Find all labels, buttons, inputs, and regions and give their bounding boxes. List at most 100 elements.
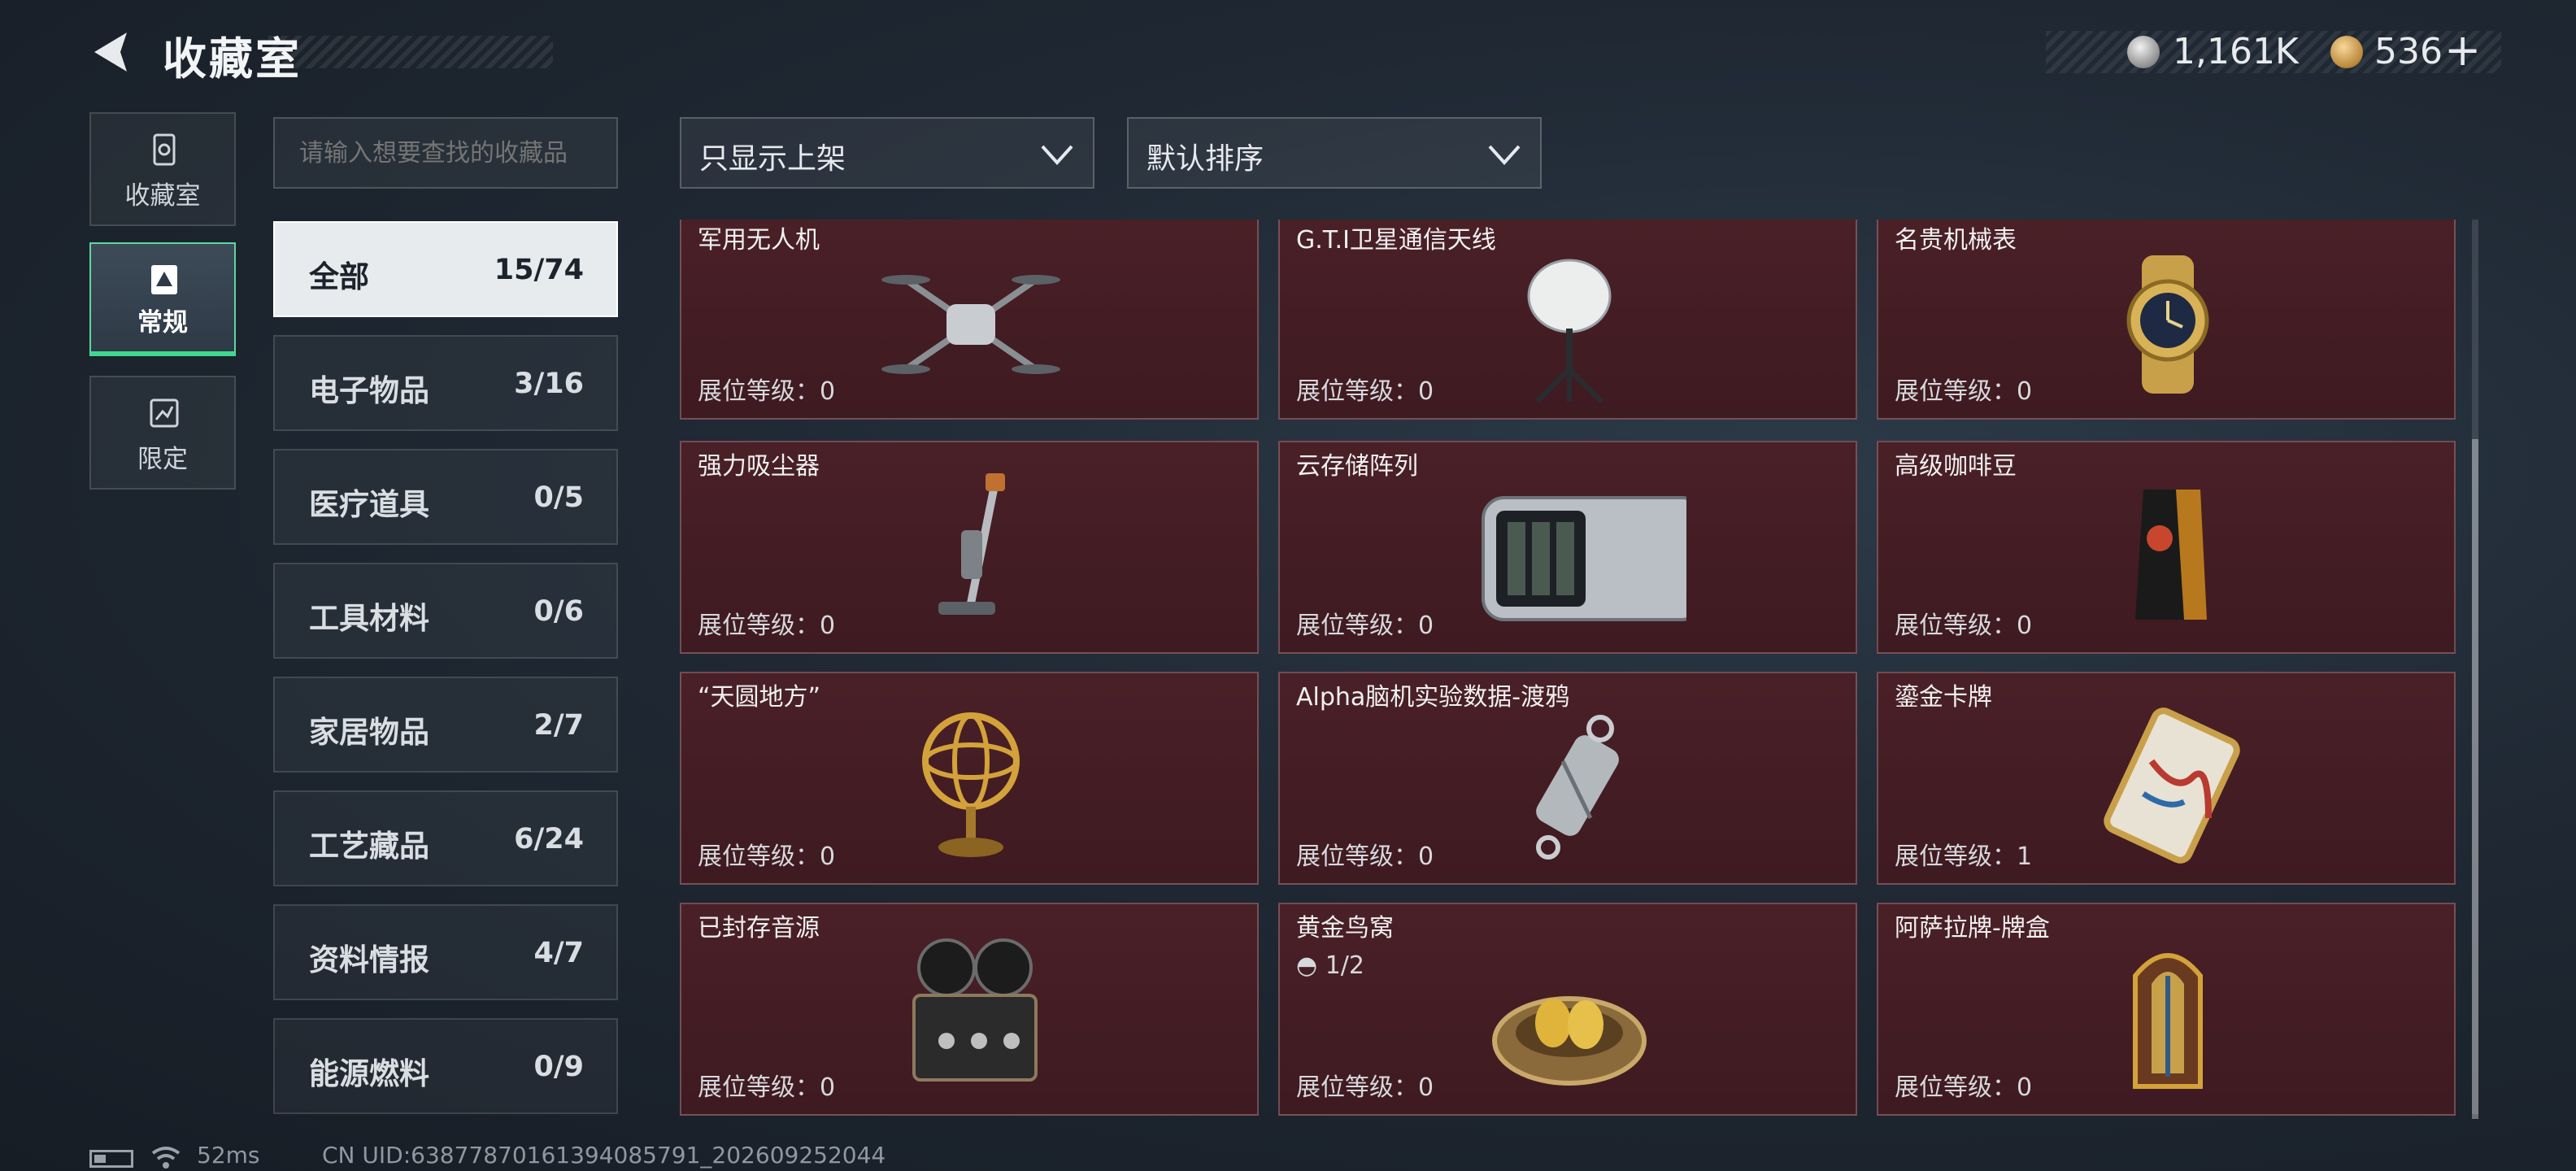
golden-nest-icon [1492,996,1647,1086]
item-level: 展位等级：0 [1895,377,2033,406]
collection-card[interactable]: 鎏金卡牌 展位等级：1 [1877,672,2456,885]
collection-card[interactable]: 阿萨拉牌-牌盒 展位等级：0 [1877,903,2456,1116]
chevron-down-icon [1041,145,1073,165]
collection-card[interactable]: 高级咖啡豆 展位等级：0 [1877,441,2456,654]
item-name: 阿萨拉牌-牌盒 [1895,914,2050,942]
item-name: 云存储阵列 [1296,452,1418,481]
item-name: 黄金鸟窝 [1296,914,1394,942]
category-crafts[interactable]: 工艺藏品 6/24 [273,790,618,886]
item-name: “天圆地方” [698,683,821,712]
item-level: 展位等级：0 [698,377,836,406]
add-currency-button[interactable]: + [2444,24,2481,76]
category-name: 全部 [309,259,369,294]
item-name: 已封存音源 [698,914,820,942]
storage-array-icon [1482,496,1686,621]
ping-readout: 52ms [197,1142,260,1169]
category-name: 医疗道具 [309,487,429,522]
item-name: 高级咖啡豆 [1895,452,2017,481]
item-level: 展位等级：0 [1296,377,1434,406]
item-level: 展位等级：0 [698,842,836,871]
gilded-card-icon [2104,707,2240,864]
nav-vault[interactable]: 收藏室 [89,112,236,226]
category-count: 0/9 [533,1051,585,1083]
collection-card[interactable]: 名贵机械表 展位等级：0 [1877,220,2456,420]
category-count: 15/74 [494,254,584,286]
item-level: 展位等级：0 [1296,1073,1434,1102]
regular-collection-icon [151,265,177,294]
category-count: 4/7 [533,937,585,969]
item-level: 展位等级：0 [1895,612,2033,640]
category-household[interactable]: 家居物品 2/7 [273,677,618,773]
item-level: 展位等级：0 [698,612,836,640]
collection-card[interactable]: “天圆地方” 展位等级：0 [680,672,1259,885]
sort-value: 默认排序 [1147,142,1264,176]
back-arrow-icon[interactable] [88,28,137,76]
title-decoration [268,36,553,68]
collection-card[interactable]: G.T.I卫星通信天线 展位等级：0 [1278,220,1857,420]
battery-icon [89,1150,133,1168]
item-level: 展位等级：0 [1296,842,1434,871]
gold-amount: 536 [2374,31,2443,72]
item-name: 强力吸尘器 [698,452,820,481]
category-tools[interactable]: 工具材料 0/6 [273,563,618,659]
nav-vault-label: 收藏室 [124,181,201,211]
vault-icon [153,133,176,166]
sort-dropdown[interactable]: 默认排序 [1127,117,1542,189]
category-medical[interactable]: 医疗道具 0/5 [273,449,618,545]
category-intel[interactable]: 资料情报 4/7 [273,904,618,1000]
coffee-bag-icon [2135,490,2207,620]
shelf-filter-value: 只显示上架 [699,142,846,176]
grid-scrollbar-thumb[interactable] [2472,439,2478,1119]
card-box-icon [2133,953,2203,1089]
category-count: 6/24 [514,823,584,855]
category-name: 资料情报 [309,942,429,977]
category-name: 能源燃料 [309,1056,429,1091]
item-name: Alpha脑机实验数据-渡鸦 [1296,683,1570,712]
collection-card[interactable]: 强力吸尘器 展位等级：0 [680,441,1259,654]
collection-card[interactable]: 云存储阵列 展位等级：0 [1278,441,1857,654]
item-level: 展位等级：0 [1296,612,1434,640]
limited-collection-icon [150,398,179,428]
item-level: 展位等级：1 [1895,842,2033,871]
drone-icon [881,275,1060,374]
silver-coin-icon [2127,36,2160,68]
category-name: 工艺藏品 [309,829,429,864]
wifi-icon [151,1147,181,1169]
vacuum-cleaner-icon [938,473,1005,615]
category-all[interactable]: 全部 15/74 [273,221,618,317]
data-drive-icon [1536,715,1619,860]
collection-card[interactable]: 黄金鸟窝 ◓ 1/2 展位等级：0 [1278,903,1857,1116]
luxury-watch-icon [2126,255,2209,394]
satellite-antenna-icon [1527,259,1612,404]
chevron-down-icon [1488,145,1521,165]
gold-coin-icon [2330,36,2363,68]
collection-card[interactable]: 已封存音源 展位等级：0 [680,903,1259,1116]
user-uid: CN UID:6387787016139408579​1_20260925204… [322,1142,886,1169]
item-name: G.T.I卫星通信天线 [1296,226,1496,255]
collection-grid: 军用无人机 展位等级：0 G.T.I卫星通信天线 展位等级：0 名贵机械表 展位… [680,220,2461,1119]
collection-card[interactable]: 军用无人机 展位等级：0 [680,220,1259,420]
nav-regular[interactable]: 常规 [89,242,236,356]
item-name: 军用无人机 [698,226,820,255]
category-count: 3/16 [514,368,584,400]
nav-limited[interactable]: 限定 [89,376,236,490]
search-input[interactable] [273,117,618,189]
item-name: 鎏金卡牌 [1895,683,1992,712]
shelf-filter-dropdown[interactable]: 只显示上架 [680,117,1094,189]
armillary-sphere-icon [922,712,1020,857]
item-name: 名贵机械表 [1895,226,2017,255]
category-count: 2/7 [533,709,585,742]
item-level: 展位等级：0 [1895,1073,2033,1102]
category-name: 家居物品 [309,715,429,750]
category-energy[interactable]: 能源燃料 0/9 [273,1018,618,1114]
nav-regular-label: 常规 [137,308,188,337]
reel-recorder-icon [912,938,1038,1082]
silver-amount: 1,161K [2173,31,2299,72]
nav-limited-label: 限定 [137,445,188,474]
category-electronics[interactable]: 电子物品 3/16 [273,335,618,431]
item-level: 展位等级：0 [698,1073,836,1102]
collection-card[interactable]: Alpha脑机实验数据-渡鸦 展位等级：0 [1278,672,1857,885]
category-name: 电子物品 [309,373,429,408]
nest-progress-icon: ◓ [1296,951,1325,980]
item-progress-value: 1/2 [1325,951,1364,980]
